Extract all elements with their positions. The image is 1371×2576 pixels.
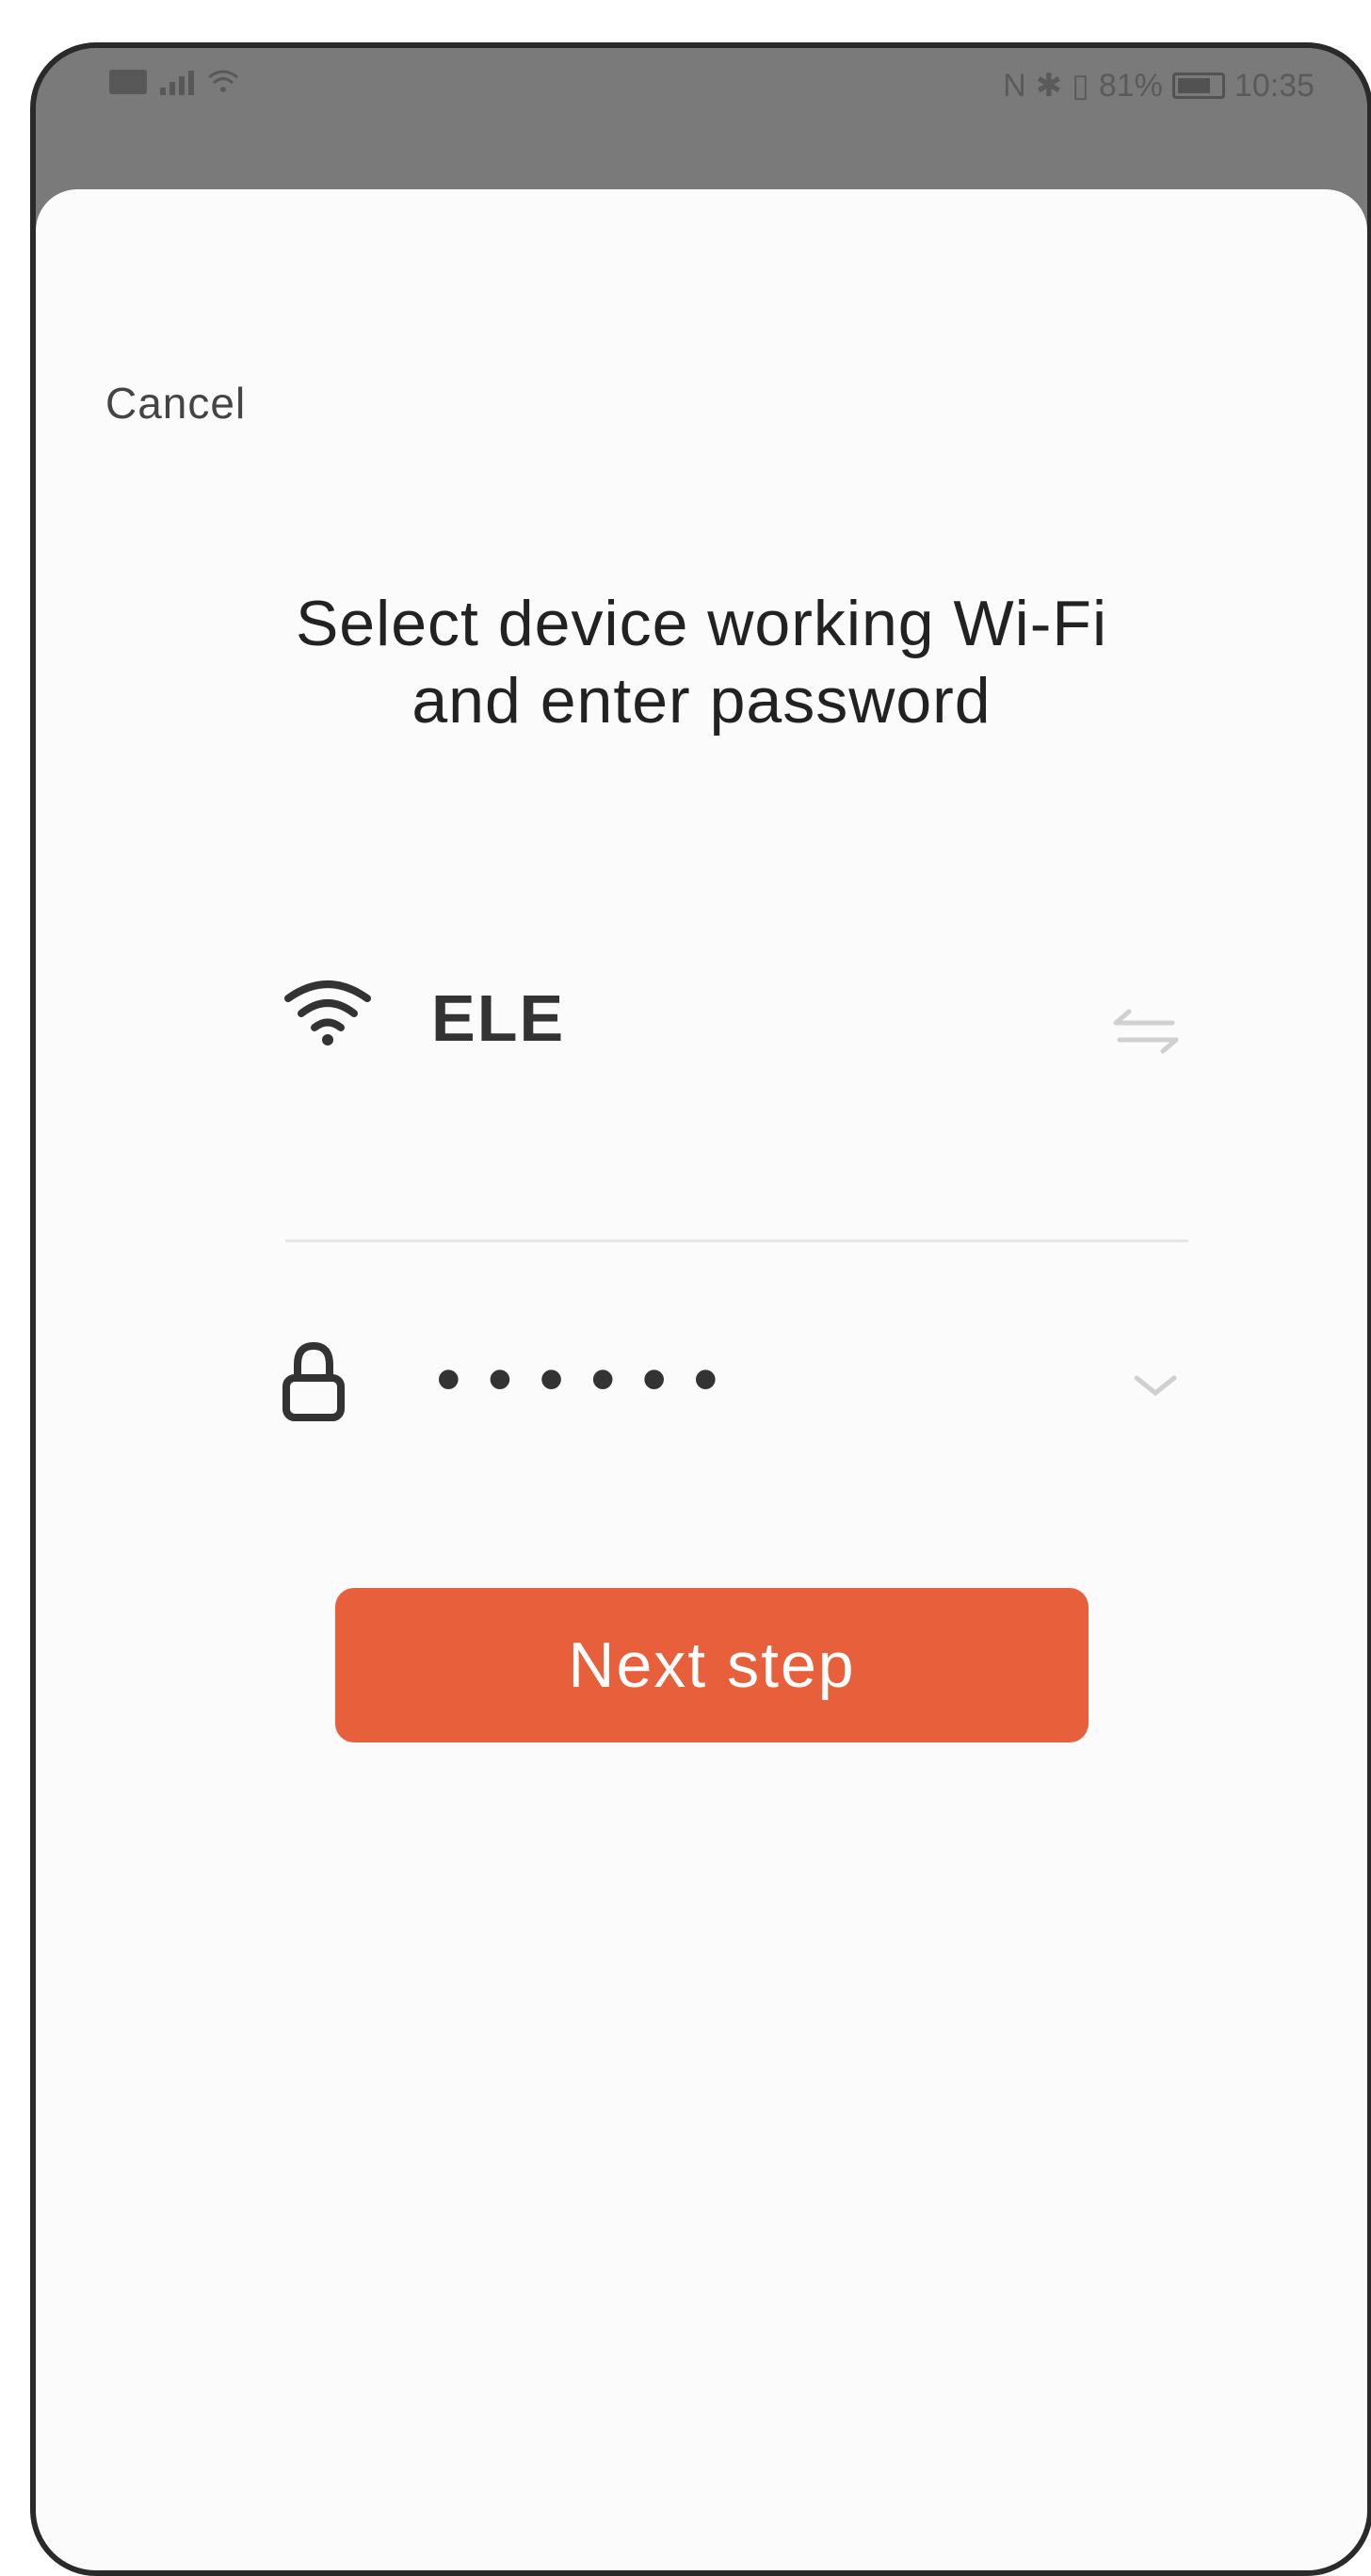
battery-percent: 81% <box>1098 67 1163 104</box>
status-bar: N ✱ ▯ 81% 10:35 <box>36 48 1367 189</box>
chevron-down-icon[interactable] <box>1127 1367 1184 1404</box>
cancel-button[interactable]: Cancel <box>105 378 246 429</box>
switch-network-icon[interactable] <box>1108 1002 1184 1059</box>
wifi-network-name: ELE <box>431 981 566 1055</box>
nfc-icon: N <box>1003 67 1026 104</box>
password-input[interactable]: •••••• <box>436 1338 745 1420</box>
password-row: •••••• <box>281 1301 1184 1442</box>
status-left-icons <box>109 69 239 95</box>
wifi-icon <box>284 980 371 1045</box>
title-line-2: and enter password <box>411 665 992 737</box>
status-right-icons: N ✱ ▯ 81% 10:35 <box>1003 67 1315 105</box>
vibrate-icon: ▯ <box>1072 68 1089 104</box>
title-line-1: Select device working Wi-Fi <box>295 588 1108 659</box>
battery-icon <box>1171 73 1225 99</box>
wifi-network-row[interactable]: ELE <box>281 948 1184 1061</box>
divider <box>285 1239 1188 1242</box>
lock-icon <box>282 1341 345 1421</box>
signal-icon <box>160 69 194 95</box>
next-step-button[interactable]: Next step <box>335 1588 1089 1742</box>
phone-frame: N ✱ ▯ 81% 10:35 Cancel Select device wor… <box>30 42 1371 2576</box>
bluetooth-icon: ✱ <box>1035 68 1063 104</box>
page-title: Select device working Wi-Fi and enter pa… <box>36 585 1367 739</box>
sim-icon <box>109 70 147 94</box>
wifi-status-icon <box>208 70 238 92</box>
status-time: 10:35 <box>1234 67 1315 104</box>
wifi-setup-sheet: Cancel Select device working Wi-Fi and e… <box>36 189 1367 2570</box>
